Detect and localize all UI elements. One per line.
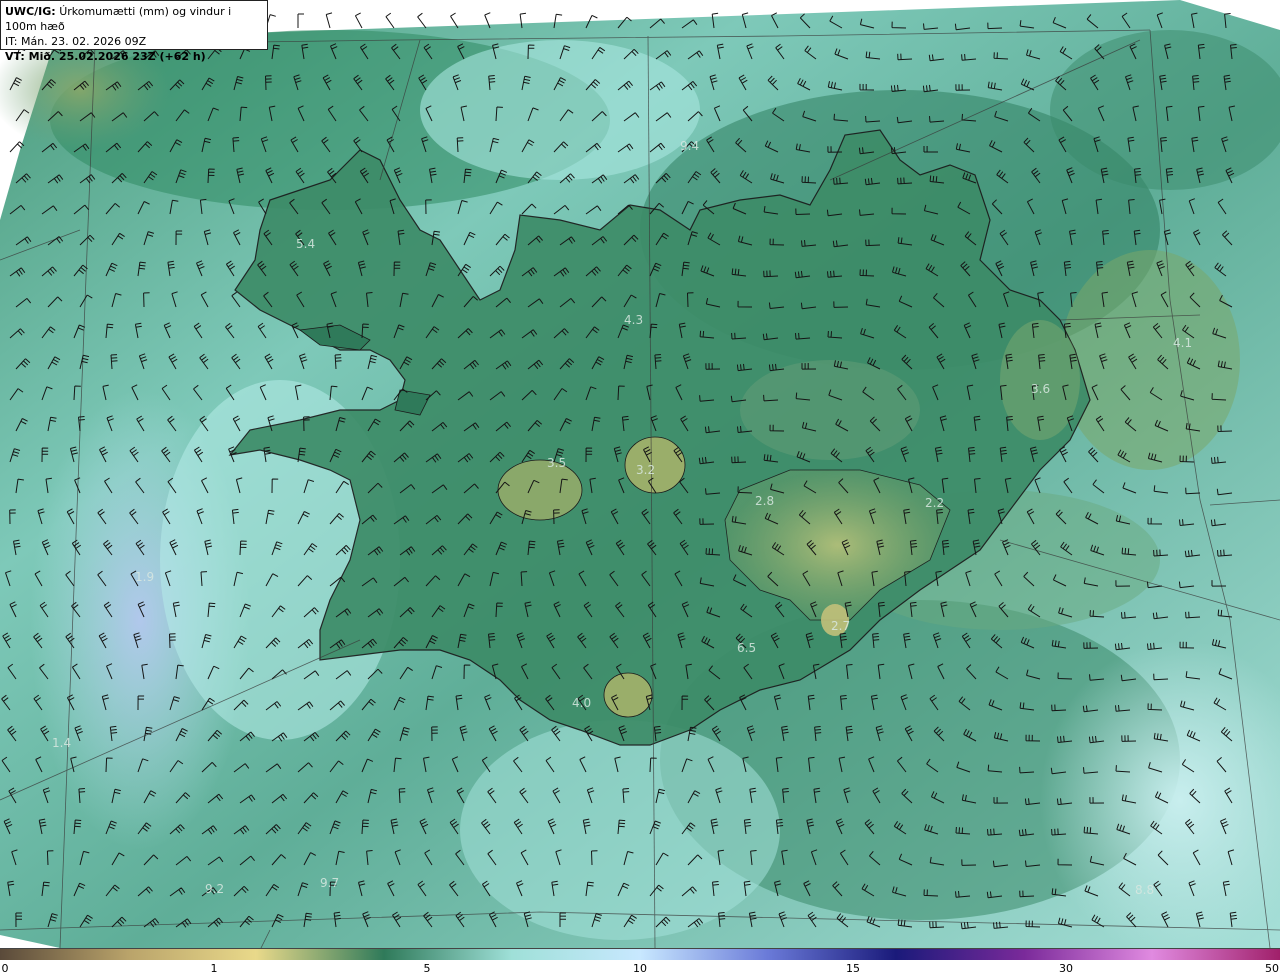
map-label: 9.4: [680, 139, 699, 153]
map-label: 1.4: [52, 736, 71, 750]
map-label: 2.8: [755, 494, 774, 508]
valid-time: VT: Mið. 25.02.2026 23Z (+62 h): [5, 50, 206, 63]
map-label: 3.5: [547, 456, 566, 470]
colorbar-ticks: 0 1 5 10 15 30 50: [0, 960, 1280, 978]
colorbar: [0, 948, 1280, 960]
product-name: UWC/IG:: [5, 5, 56, 18]
colorbar-tick: 5: [423, 962, 431, 975]
map-label: 3.6: [1031, 382, 1050, 396]
map-label: 5.4: [296, 237, 315, 251]
map-label: 3.2: [636, 463, 655, 477]
colorbar-tick: 50: [1265, 962, 1279, 975]
map-label: 9.2: [205, 882, 224, 896]
map-header: UWC/IG: Úrkomumætti (mm) og vindur i 100…: [0, 0, 268, 63]
colorbar-tick: 30: [1059, 962, 1073, 975]
map-label: 4.1: [1173, 336, 1192, 350]
map-label: 1.9: [135, 570, 154, 584]
weather-map: 5.4 4.3 3.5 3.2 2.8 2.2 3.6 4.1 2.7 4.0 …: [0, 0, 1280, 948]
map-label: 6.5: [737, 641, 756, 655]
map-label: 4.0: [572, 696, 591, 710]
init-time: IT: Mán. 23. 02. 2026 09Z: [5, 35, 147, 48]
colorbar-tick: 1: [210, 962, 218, 975]
map-label: 2.7: [831, 619, 850, 633]
map-label: 2.2: [925, 496, 944, 510]
map-label: 9.7: [320, 876, 339, 890]
map-label: 8.8: [1135, 883, 1154, 897]
colorbar-tick: 0: [1, 962, 9, 975]
colorbar-tick: 15: [846, 962, 860, 975]
colorbar-tick: 10: [633, 962, 647, 975]
map-label: 4.3: [624, 313, 643, 327]
